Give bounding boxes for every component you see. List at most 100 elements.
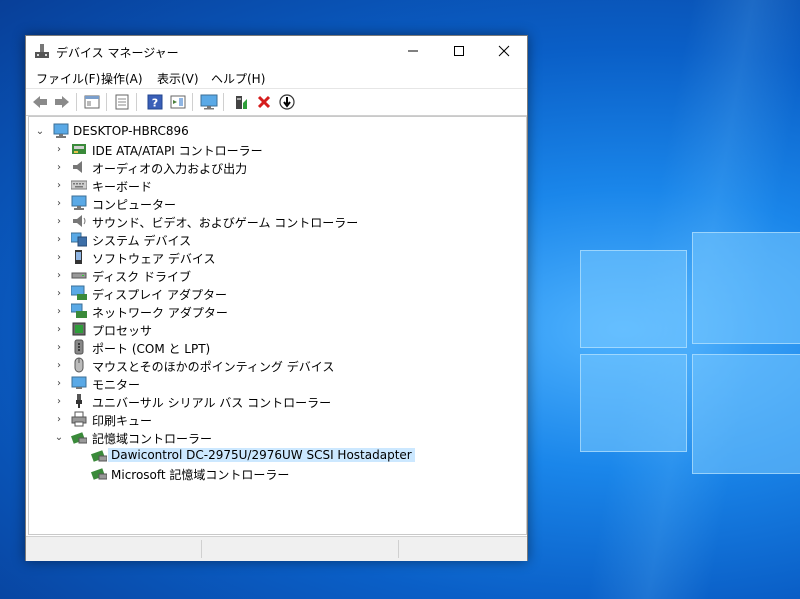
back-button[interactable] — [31, 93, 49, 111]
chevron-right-icon[interactable]: › — [54, 216, 64, 227]
storage-controller-icon — [91, 468, 107, 480]
list-button[interactable] — [113, 93, 131, 111]
tree-category[interactable]: › サウンド、ビデオ、およびゲーム コントローラー — [29, 212, 524, 230]
category-label: モニター — [92, 378, 141, 392]
keyboard-icon — [71, 180, 87, 190]
minimize-button[interactable] — [390, 36, 436, 66]
menu-action[interactable]: 操作(A) — [101, 70, 143, 87]
close-button[interactable] — [481, 36, 527, 66]
tree-category-expanded[interactable]: ⌄ 記憶域コントローラー — [29, 428, 524, 447]
tree-category[interactable]: › ネットワーク アダプター — [29, 302, 524, 320]
action-pane-button[interactable] — [169, 93, 187, 111]
category-label: プロセッサ — [92, 324, 153, 338]
tree-device-selected[interactable]: Dawicontrol DC-2975U/2976UW SCSI Hostada… — [29, 446, 524, 464]
speaker-icon — [73, 161, 82, 173]
update-driver-button[interactable] — [232, 93, 250, 111]
category-label: ユニバーサル シリアル バス コントローラー — [92, 396, 332, 410]
scan-hardware-button[interactable] — [200, 93, 218, 111]
help-button[interactable]: ? — [146, 93, 164, 111]
tree-category[interactable]: › マウスとそのほかのポインティング デバイス — [29, 356, 524, 374]
device-label: Dawicontrol DC-2975U/2976UW SCSI Hostada… — [108, 448, 415, 462]
tree-category[interactable]: › キーボード — [29, 176, 524, 195]
disable-icon — [279, 94, 295, 110]
toolbar-separator — [136, 93, 137, 111]
system-devices-icon — [71, 232, 87, 247]
chevron-right-icon[interactable]: › — [54, 378, 64, 389]
chevron-right-icon[interactable]: › — [54, 342, 64, 353]
tree-category[interactable]: › コンピューター — [29, 194, 524, 212]
tree-category[interactable]: › プロセッサ — [29, 320, 524, 338]
tree-category[interactable]: › 印刷キュー — [29, 410, 524, 428]
menu-help[interactable]: ヘルプ(H) — [211, 70, 265, 87]
forward-button[interactable] — [53, 93, 71, 111]
chevron-right-icon[interactable]: › — [54, 270, 64, 281]
menu-file[interactable]: ファイル(F) — [36, 70, 100, 87]
chevron-right-icon[interactable]: › — [54, 414, 64, 425]
port-icon — [74, 339, 84, 355]
minimize-icon — [408, 50, 418, 52]
menu-bar: ファイル(F) 操作(A) 表示(V) ヘルプ(H) — [26, 66, 527, 88]
tree-category[interactable]: › モニター — [29, 374, 524, 392]
back-icon — [33, 96, 47, 108]
device-manager-icon — [35, 44, 49, 58]
toolbar: ? — [26, 88, 527, 116]
chevron-down-icon[interactable]: ⌄ — [54, 432, 64, 443]
category-label: コンピューター — [92, 198, 177, 212]
disable-button[interactable] — [278, 93, 296, 111]
properties-panel-icon — [84, 95, 100, 109]
tree-category[interactable]: › ディスプレイ アダプター — [29, 284, 524, 302]
status-bar — [26, 536, 527, 561]
status-cell — [398, 540, 526, 558]
logo-pane — [692, 354, 800, 474]
chevron-right-icon[interactable]: › — [54, 360, 64, 371]
logo-pane — [580, 250, 687, 348]
toolbar-separator — [106, 93, 107, 111]
chevron-right-icon[interactable]: › — [54, 234, 64, 245]
help-icon: ? — [147, 94, 163, 110]
chevron-right-icon[interactable]: › — [54, 288, 64, 299]
uninstall-button[interactable] — [255, 93, 273, 111]
menu-view[interactable]: 表示(V) — [157, 70, 199, 87]
chevron-down-icon[interactable]: ⌄ — [35, 126, 45, 137]
category-label: ネットワーク アダプター — [92, 306, 228, 320]
device-tree[interactable]: ⌄ DESKTOP-HBRC896 › IDE ATA/ATAPI コントローラ… — [28, 116, 527, 535]
chevron-right-icon[interactable]: › — [54, 324, 64, 335]
chevron-right-icon[interactable]: › — [54, 396, 64, 407]
tree-category[interactable]: › ユニバーサル シリアル バス コントローラー — [29, 392, 524, 410]
logo-pane — [692, 232, 800, 344]
tree-device[interactable]: Microsoft 記憶域コントローラー — [29, 464, 524, 482]
device-manager-window: デバイス マネージャー ファイル(F) 操作(A) 表示(V) ヘルプ(H) ?… — [25, 35, 528, 561]
display-adapter-icon — [71, 285, 87, 300]
monitor-scan-icon — [200, 94, 218, 110]
toolbar-separator — [76, 93, 77, 111]
maximize-button[interactable] — [436, 36, 482, 66]
chevron-right-icon[interactable]: › — [54, 252, 64, 263]
chevron-right-icon[interactable]: › — [54, 180, 64, 191]
category-label: ディスプレイ アダプター — [92, 288, 227, 302]
chevron-right-icon[interactable]: › — [54, 144, 64, 155]
category-label: ポート (COM と LPT) — [92, 342, 211, 356]
tree-category[interactable]: › ポート (COM と LPT) — [29, 338, 524, 356]
title-bar[interactable]: デバイス マネージャー — [26, 36, 527, 66]
category-label: マウスとそのほかのポインティング デバイス — [92, 360, 335, 374]
uninstall-icon — [257, 95, 271, 109]
usb-icon — [76, 394, 82, 408]
tree-root[interactable]: ⌄ DESKTOP-HBRC896 — [29, 122, 524, 140]
printer-icon — [71, 411, 87, 427]
storage-controller-icon — [71, 432, 87, 444]
tree-category[interactable]: › ソフトウェア デバイス — [29, 248, 524, 266]
properties-panel-button[interactable] — [83, 93, 101, 111]
update-driver-icon — [236, 96, 247, 109]
tree-category[interactable]: › システム デバイス — [29, 230, 524, 248]
maximize-icon — [454, 46, 464, 56]
close-icon — [498, 45, 510, 57]
chevron-right-icon[interactable]: › — [54, 198, 64, 209]
tree-category[interactable]: › ディスク ドライブ — [29, 266, 524, 285]
category-label: ソフトウェア デバイス — [92, 252, 216, 266]
chevron-right-icon[interactable]: › — [54, 306, 64, 317]
tree-category[interactable]: › オーディオの入力および出力 — [29, 158, 524, 176]
chevron-right-icon[interactable]: › — [54, 162, 64, 173]
monitor-icon — [71, 195, 87, 210]
tree-category[interactable]: › IDE ATA/ATAPI コントローラー — [29, 140, 524, 159]
computer-icon — [53, 123, 69, 138]
